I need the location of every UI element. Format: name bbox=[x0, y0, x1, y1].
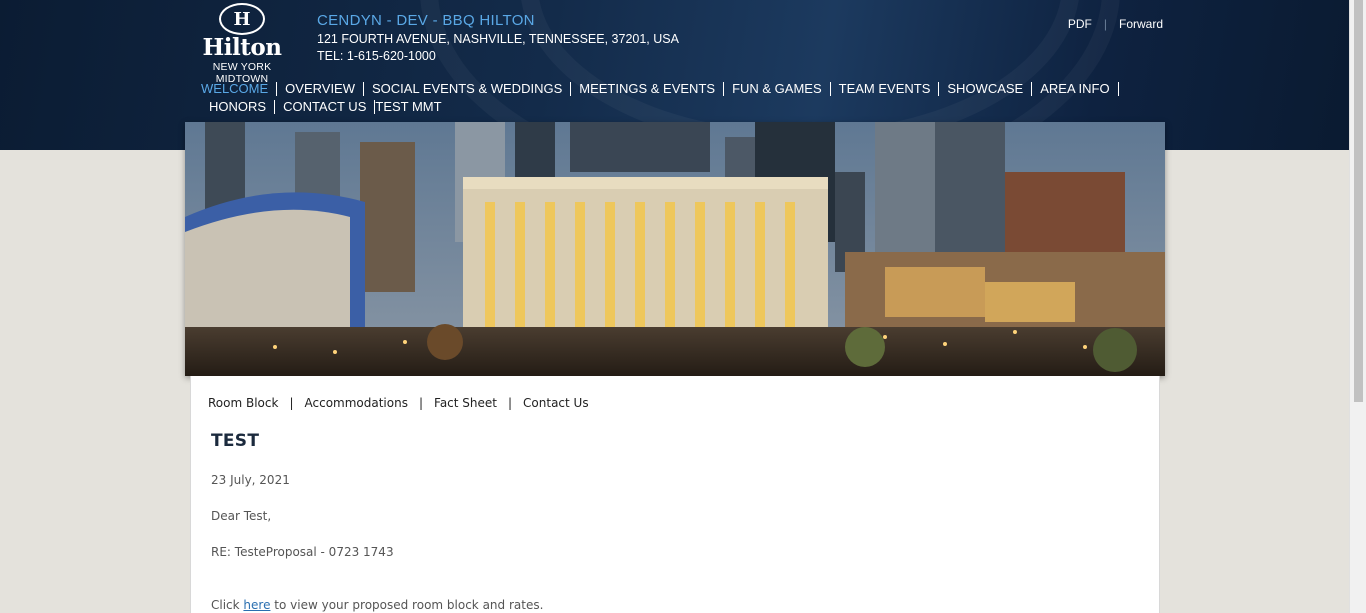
page-title: TEST bbox=[211, 431, 260, 451]
page-scrollbar[interactable] bbox=[1349, 0, 1366, 613]
subnav-accommodations[interactable]: Accommodations bbox=[305, 396, 408, 410]
nav-item-welcome[interactable]: WELCOME bbox=[201, 82, 278, 96]
pdf-link[interactable]: PDF bbox=[1068, 17, 1092, 31]
nav-item-honors[interactable]: HONORS bbox=[201, 100, 276, 114]
subnav-contact-us[interactable]: Contact Us bbox=[523, 396, 589, 410]
click-prefix: Click bbox=[211, 598, 240, 612]
here-link[interactable]: here bbox=[243, 598, 270, 612]
main-nav: WELCOME OVERVIEW SOCIAL EVENTS & WEDDING… bbox=[201, 82, 1166, 114]
click-suffix: to view your proposed room block and rat… bbox=[274, 598, 544, 612]
subnav-separator: | bbox=[289, 396, 294, 410]
top-links: PDF | Forward bbox=[1068, 17, 1163, 31]
logo-wordmark: Hilton bbox=[202, 34, 282, 61]
nav-item-overview[interactable]: OVERVIEW bbox=[277, 82, 365, 96]
letter-subject: RE: TesteProposal - 0723 1743 bbox=[211, 545, 394, 559]
hero-image bbox=[185, 122, 1165, 376]
nav-item-team-events[interactable]: TEAM EVENTS bbox=[831, 82, 940, 96]
property-info: CENDYN - DEV - BBQ HILTON 121 FOURTH AVE… bbox=[317, 12, 679, 63]
nav-item-showcase[interactable]: SHOWCASE bbox=[939, 82, 1033, 96]
forward-link[interactable]: Forward bbox=[1119, 17, 1163, 31]
letter-greeting: Dear Test, bbox=[211, 509, 272, 523]
letter-click-line: Click here to view your proposed room bl… bbox=[211, 598, 543, 612]
subnav-room-block[interactable]: Room Block bbox=[208, 396, 278, 410]
sub-nav: Room Block | Accommodations | Fact Sheet… bbox=[208, 396, 589, 410]
letter-date: 23 July, 2021 bbox=[211, 473, 290, 487]
nav-item-area-info[interactable]: AREA INFO bbox=[1032, 82, 1119, 96]
nav-item-social-events[interactable]: SOCIAL EVENTS & WEDDINGS bbox=[364, 82, 572, 96]
property-name: CENDYN - DEV - BBQ HILTON bbox=[317, 12, 535, 29]
link-separator: | bbox=[1103, 17, 1107, 31]
hotel-skyline-image bbox=[185, 122, 1165, 376]
nav-item-test-mmt[interactable]: TEST MMT bbox=[375, 100, 449, 114]
nav-item-fun-games[interactable]: FUN & GAMES bbox=[724, 82, 831, 96]
subnav-separator: | bbox=[507, 396, 513, 410]
nav-item-contact-us[interactable]: CONTACT US bbox=[275, 100, 376, 114]
hilton-logo-icon: H bbox=[219, 3, 265, 35]
subnav-fact-sheet[interactable]: Fact Sheet bbox=[434, 396, 497, 410]
content-panel: Room Block | Accommodations | Fact Sheet… bbox=[190, 376, 1160, 613]
subnav-separator: | bbox=[418, 396, 424, 410]
nav-item-meetings-events[interactable]: MEETINGS & EVENTS bbox=[571, 82, 725, 96]
scrollbar-thumb[interactable] bbox=[1354, 0, 1363, 402]
hilton-logo[interactable]: H Hilton NEW YORK MIDTOWN bbox=[187, 3, 297, 85]
property-phone: TEL: 1-615-620-1000 bbox=[317, 49, 436, 63]
property-address: 121 FOURTH AVENUE, NASHVILLE, TENNESSEE,… bbox=[317, 32, 679, 46]
